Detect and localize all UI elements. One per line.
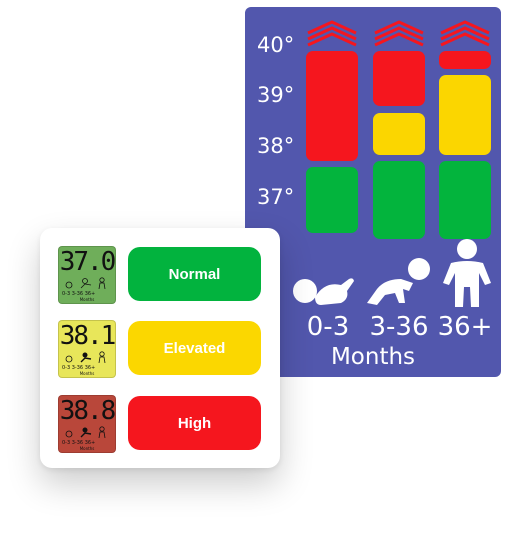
infant-icon [293,278,354,305]
thermometer-display-high: 38.8 0-3 3-36 36+ Months [58,395,116,453]
status-pill-elevated: Elevated [128,321,261,375]
thermometer-months: Months [79,446,95,451]
thermometer-months: Months [79,297,95,302]
age-icons [65,351,106,363]
segment-green [373,161,425,239]
segment-red [373,51,425,106]
thermometer-months: Months [79,371,95,376]
thermometer-reading: 38.1 [59,321,115,351]
age-label-36-plus: 36+ [437,312,493,342]
age-icons [65,277,106,289]
child-icon [443,239,491,307]
chevron-up-icon [374,20,424,47]
temp-label-39: 39° [257,83,295,107]
thermometer-reading: 38.8 [59,396,115,426]
thermometer-display-normal: 37.0 0-3 3-36 36+ Months [58,246,116,304]
temperature-chart-panel: 40° 39° 38° 37° 0-3 3-36 36+ Months [245,7,501,377]
segment-yellow [373,113,425,155]
crawling-baby-icon [367,258,430,305]
age-icons [65,426,106,438]
months-label: Months [330,344,416,370]
status-pill-normal: Normal [128,247,261,301]
segment-green [439,161,491,239]
segment-yellow [439,75,491,155]
segment-red [306,51,358,161]
status-pill-high: High [128,396,261,450]
temp-label-37: 37° [257,185,295,209]
temp-label-40: 40° [257,33,295,57]
thermometer-reading: 37.0 [59,247,115,277]
chevron-up-icon [307,20,357,47]
thermometer-display-elevated: 38.1 0-3 3-36 36+ Months [58,320,116,378]
chevron-up-icon [440,20,490,47]
legend-card: 37.0 0-3 3-36 36+ Months Normal 38.1 0-3… [40,228,280,468]
temp-label-38: 38° [257,134,295,158]
segment-green [306,167,358,233]
segment-red [439,51,491,69]
age-label-0-3: 0-3 [306,312,350,342]
age-label-3-36: 3-36 [369,312,429,342]
